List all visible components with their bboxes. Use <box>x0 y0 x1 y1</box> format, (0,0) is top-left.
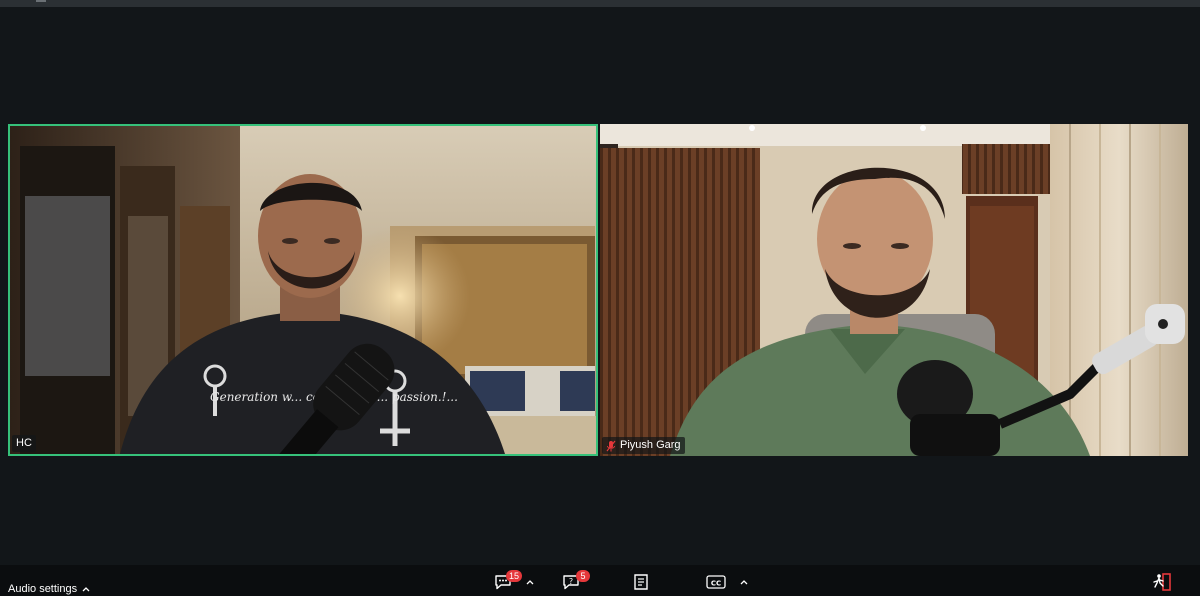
video-tile-hc[interactable]: Generation w... convention ... passion.!… <box>8 124 598 456</box>
participant-name: HC <box>16 437 32 449</box>
mic-muted-icon <box>606 440 616 451</box>
leave-button[interactable] <box>1152 571 1174 593</box>
video-tile-piyush-garg[interactable]: Piyush Garg <box>600 124 1188 456</box>
notes-button[interactable] <box>632 571 652 593</box>
captions-options-chevron-icon[interactable] <box>740 579 748 585</box>
top-bar-mark <box>36 0 46 2</box>
participant-name-tag: HC <box>12 435 36 452</box>
participant-name-tag: Piyush Garg <box>602 437 685 454</box>
chat-options-chevron-icon[interactable] <box>526 579 534 585</box>
audio-settings-label: Audio settings <box>8 583 78 595</box>
window-top-bar <box>0 0 1200 7</box>
closed-captions-icon: CC <box>706 575 726 589</box>
video-feed-piyush-garg <box>600 124 1188 456</box>
svg-text:?: ? <box>569 577 573 586</box>
leave-icon <box>1153 573 1171 591</box>
meeting-toolbar: Audio settings 15 ? 5 CC <box>0 565 1200 596</box>
video-feed-hc: Generation w... convention ... passion.!… <box>10 126 596 454</box>
audio-settings-button[interactable]: Audio settings <box>8 583 90 595</box>
qa-unread-badge: 5 <box>576 570 590 582</box>
participant-name: Piyush Garg <box>620 439 681 451</box>
chevron-up-icon <box>82 587 90 592</box>
captions-button[interactable]: CC <box>706 571 728 593</box>
chat-unread-badge: 15 <box>506 570 523 582</box>
qa-button[interactable]: ? 5 <box>562 570 592 593</box>
captions-label: CC <box>711 580 721 588</box>
notes-icon <box>634 574 648 590</box>
